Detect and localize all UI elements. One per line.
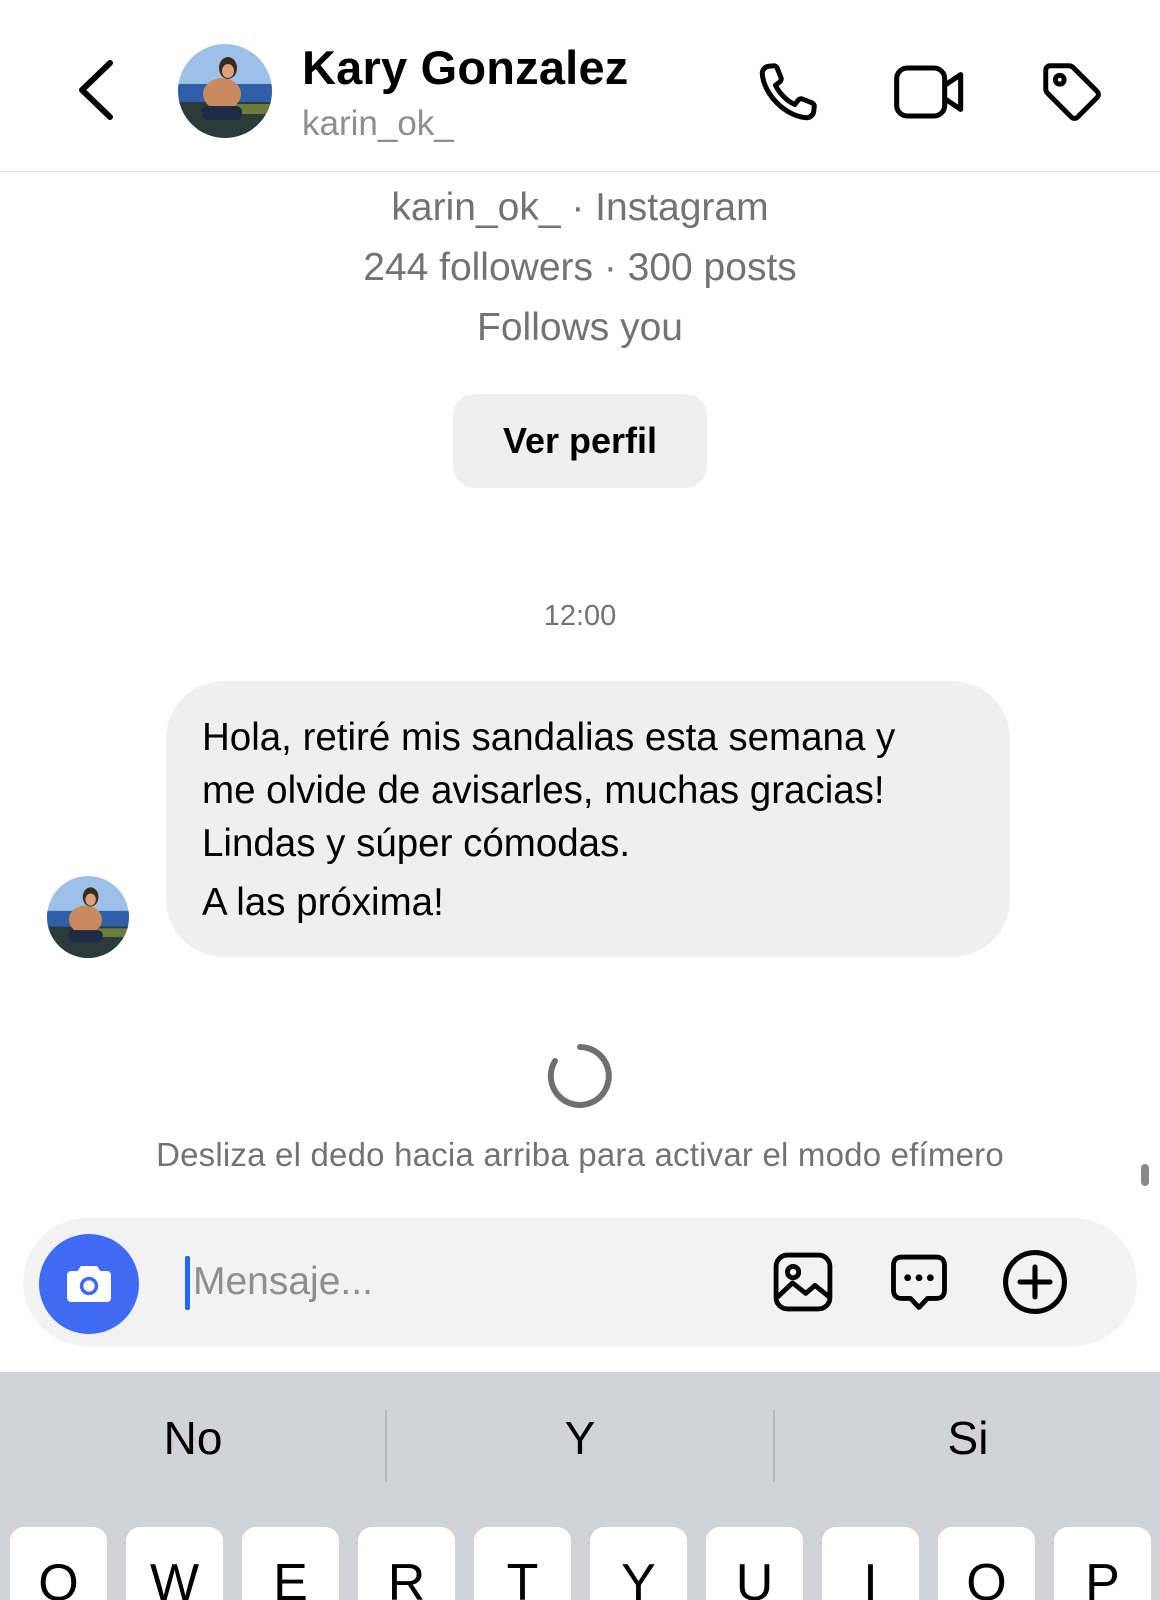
suggestion-item[interactable]: Si [775, 1398, 1160, 1478]
chat-header: Kary Gonzalez karin_ok_ [0, 0, 1160, 172]
profile-stats: 244 followers · 300 posts [363, 246, 797, 289]
contact-name[interactable]: Kary Gonzalez [302, 40, 628, 95]
key-q[interactable]: Q [10, 1527, 107, 1600]
back-button[interactable] [66, 50, 126, 130]
gallery-button[interactable] [765, 1244, 841, 1320]
key-i[interactable]: I [822, 1527, 919, 1600]
message-line: me olvide de avisarles, muchas gracias! [202, 769, 885, 812]
camera-button[interactable] [39, 1234, 139, 1334]
sticker-button[interactable] [881, 1244, 957, 1320]
key-u[interactable]: U [706, 1527, 803, 1600]
suggestion-item[interactable]: Y [387, 1398, 773, 1478]
avatar[interactable] [178, 44, 272, 138]
phone-icon [759, 63, 817, 121]
video-camera-icon [894, 65, 964, 119]
follows-you-label: Follows you [477, 306, 683, 349]
video-call-button[interactable] [890, 52, 970, 132]
message-line: Hola, retiré mis sandalias esta semana y [202, 716, 896, 759]
view-profile-button[interactable]: Ver perfil [453, 394, 707, 488]
plus-circle-icon [1003, 1250, 1067, 1314]
keyboard: No Y Si Q W E R T Y U I O P [0, 1372, 1160, 1600]
key-y[interactable]: Y [590, 1527, 687, 1600]
audio-call-button[interactable] [748, 52, 828, 132]
message-line: Lindas y súper cómodas. [202, 822, 631, 865]
message-bubble[interactable]: Hola, retiré mis sandalias esta semana y… [166, 681, 1010, 957]
more-options-button[interactable] [997, 1244, 1073, 1320]
image-icon [773, 1252, 833, 1312]
camera-icon [67, 1266, 111, 1302]
message-input[interactable] [193, 1248, 773, 1316]
tag-icon [1043, 63, 1101, 121]
sender-avatar[interactable] [47, 876, 129, 958]
message-line: A las próxima! [202, 881, 444, 924]
loading-spinner-icon [547, 1044, 612, 1108]
message-dots-icon [891, 1254, 947, 1310]
key-w[interactable]: W [126, 1527, 223, 1600]
key-p[interactable]: P [1054, 1527, 1151, 1600]
message-composer [23, 1218, 1137, 1346]
text-caret [185, 1256, 190, 1310]
message-timestamp: 12:00 [543, 600, 617, 632]
key-t[interactable]: T [474, 1527, 571, 1600]
suggestion-item[interactable]: No [0, 1398, 386, 1478]
tag-button[interactable] [1032, 52, 1112, 132]
contact-handle: karin_ok_ [302, 104, 454, 143]
profile-photo [47, 876, 129, 958]
scrollbar[interactable] [1141, 1164, 1149, 1186]
profile-handle-source: karin_ok_ · Instagram [391, 186, 769, 229]
key-r[interactable]: R [358, 1527, 455, 1600]
profile-photo [178, 44, 272, 138]
key-o[interactable]: O [938, 1527, 1035, 1600]
chevron-left-icon [79, 60, 113, 120]
key-e[interactable]: E [242, 1527, 339, 1600]
vanish-mode-hint: Desliza el dedo hacia arriba para activa… [156, 1136, 1004, 1173]
